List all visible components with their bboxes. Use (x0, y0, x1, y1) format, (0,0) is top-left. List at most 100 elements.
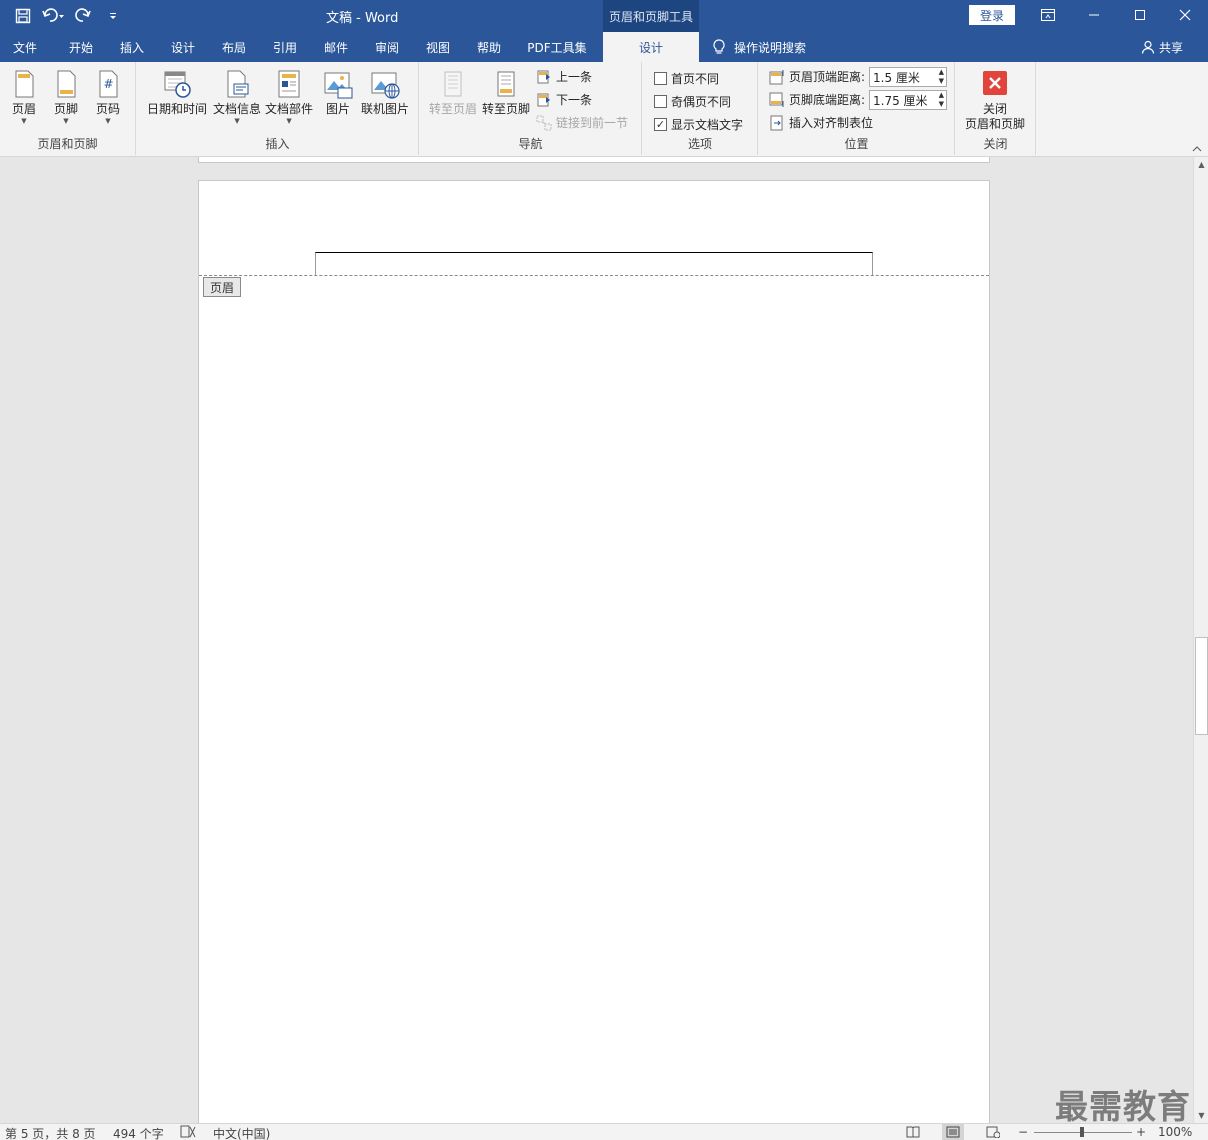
undo-icon (42, 8, 64, 22)
tab-header-footer-design[interactable]: 设计 (603, 32, 699, 62)
header-content-area[interactable] (315, 252, 873, 275)
document-page[interactable]: 页眉 (198, 180, 990, 1123)
save-button[interactable] (10, 5, 36, 27)
quick-parts-button[interactable]: 文档部件 ▼ (265, 68, 313, 125)
document-title: 文稿 - Word (326, 11, 399, 26)
checkbox-unchecked[interactable] (654, 72, 667, 85)
vertical-scrollbar[interactable]: ▲ ▼ (1193, 157, 1208, 1123)
insert-alignment-tab-button[interactable]: 插入对齐制表位 (769, 114, 873, 131)
language-status[interactable]: 中文(中国) (213, 1125, 270, 1140)
undo-button[interactable] (40, 5, 66, 27)
spinner-arrows[interactable]: ▲ ▼ (939, 91, 944, 109)
spin-up-icon[interactable]: ▲ (939, 68, 944, 77)
footer-icon (57, 70, 76, 98)
link-to-previous-button[interactable]: 链接到前一节 (536, 114, 628, 131)
tell-me-label: 操作说明搜索 (734, 40, 807, 55)
print-layout-icon (946, 1126, 960, 1138)
ribbon-display-options-button[interactable] (1025, 0, 1071, 30)
web-layout-icon (986, 1126, 1000, 1138)
title-bar: 文稿 - Word 页眉和页脚工具 登录 (0, 0, 1208, 32)
ribbon: 页眉 ▼ 页脚 ▼ # 页码 ▼ 页眉和页脚 日期和时间 文档信息 ▼ 文档部件… (0, 62, 1208, 157)
maximize-icon (1135, 10, 1145, 20)
zoom-out-button[interactable]: − (1018, 1125, 1028, 1139)
footer-from-bottom-input[interactable]: 1.75 厘米 ▲ ▼ (869, 90, 947, 110)
header-button[interactable]: 页眉 ▼ (8, 68, 40, 125)
footer-button[interactable]: 页脚 ▼ (50, 68, 82, 125)
date-time-button[interactable]: 日期和时间 (147, 68, 207, 117)
document-info-button[interactable]: 文档信息 ▼ (213, 68, 261, 125)
tab-references[interactable]: 引用 (260, 32, 310, 62)
tab-view[interactable]: 视图 (413, 32, 463, 62)
picture-button[interactable]: 图片 (322, 68, 354, 117)
tab-home[interactable]: 开始 (56, 32, 106, 62)
checkbox-unchecked[interactable] (654, 95, 667, 108)
tab-design[interactable]: 设计 (158, 32, 208, 62)
lightbulb-icon (713, 39, 725, 54)
header-boundary-line (199, 275, 989, 276)
zoom-slider-thumb[interactable] (1080, 1127, 1084, 1137)
insert-alignment-tab-label: 插入对齐制表位 (789, 116, 874, 130)
tab-review[interactable]: 审阅 (362, 32, 412, 62)
footer-from-bottom-value: 1.75 厘米 (873, 93, 928, 108)
show-document-text-label: 显示文档文字 (671, 118, 744, 132)
group-label-header-footer: 页眉和页脚 (37, 137, 98, 151)
close-header-footer-button[interactable]: 关闭 页眉和页脚 (965, 70, 1025, 132)
tab-pdf-tools[interactable]: PDF工具集 (518, 32, 596, 62)
check-icon[interactable]: ✓ (654, 118, 667, 131)
minimize-button[interactable] (1071, 0, 1117, 30)
word-count-status[interactable]: 494 个字 (113, 1125, 164, 1140)
tab-layout[interactable]: 布局 (209, 32, 259, 62)
print-layout-button[interactable] (942, 1124, 964, 1140)
scroll-up-icon[interactable]: ▲ (1194, 157, 1208, 172)
tab-mailings[interactable]: 邮件 (311, 32, 361, 62)
alignment-tab-icon (770, 115, 783, 130)
collapse-ribbon-button[interactable] (1192, 145, 1202, 156)
calendar-clock-icon (164, 71, 191, 98)
previous-button[interactable]: 上一条 (536, 68, 592, 85)
spinner-arrows[interactable]: ▲ ▼ (939, 68, 944, 86)
page-count-status[interactable]: 第 5 页，共 8 页 (5, 1125, 96, 1140)
customize-qat-button[interactable] (100, 5, 126, 27)
different-first-page-label: 首页不同 (671, 72, 720, 86)
picture-icon (324, 72, 353, 99)
header-from-top-value: 1.5 厘米 (873, 70, 920, 85)
tab-help[interactable]: 帮助 (464, 32, 514, 62)
close-window-button[interactable] (1162, 0, 1208, 30)
tell-me-search[interactable]: 操作说明搜索 (712, 32, 806, 62)
different-odd-even-checkbox[interactable]: 奇偶页不同 (654, 93, 731, 110)
document-canvas[interactable]: 页眉 (0, 157, 1193, 1123)
show-document-text-checkbox[interactable]: ✓ 显示文档文字 (654, 116, 743, 133)
tab-insert[interactable]: 插入 (107, 32, 157, 62)
maximize-button[interactable] (1117, 0, 1163, 30)
online-picture-button[interactable]: 联机图片 (361, 68, 409, 117)
goto-footer-button[interactable]: 转至页脚 (482, 68, 530, 117)
header-position-icon (769, 69, 784, 84)
read-mode-button[interactable] (902, 1124, 924, 1140)
goto-footer-icon (497, 71, 515, 97)
spin-down-icon[interactable]: ▼ (939, 77, 944, 86)
spin-down-icon[interactable]: ▼ (939, 100, 944, 109)
redo-button[interactable] (70, 5, 96, 27)
footer-position-icon (769, 92, 784, 107)
spin-up-icon[interactable]: ▲ (939, 91, 944, 100)
picture-label: 图片 (325, 102, 350, 116)
document-info-label: 文档信息 (213, 102, 262, 116)
proofing-icon[interactable] (180, 1125, 196, 1140)
web-layout-button[interactable] (982, 1124, 1004, 1140)
header-from-top-input[interactable]: 1.5 厘米 ▲ ▼ (869, 67, 947, 87)
page-number-button[interactable]: # 页码 ▼ (92, 68, 124, 125)
chevron-down-icon: ▼ (21, 117, 27, 125)
login-button[interactable]: 登录 (969, 5, 1015, 25)
share-button[interactable]: 共享 (1141, 32, 1183, 62)
minimize-icon (1089, 14, 1099, 16)
next-button[interactable]: 下一条 (536, 91, 592, 108)
scrollbar-thumb[interactable] (1195, 637, 1208, 735)
goto-header-button[interactable]: 转至页眉 (429, 68, 477, 117)
ribbon-display-icon (1041, 9, 1055, 21)
tab-file[interactable]: 文件 (0, 32, 50, 62)
footer-from-bottom-label-group: 页脚底端距离: (769, 91, 865, 108)
different-first-page-checkbox[interactable]: 首页不同 (654, 70, 719, 87)
scroll-down-icon[interactable]: ▼ (1194, 1108, 1208, 1123)
book-icon (906, 1126, 920, 1138)
chevron-down-icon: ▼ (286, 117, 292, 125)
